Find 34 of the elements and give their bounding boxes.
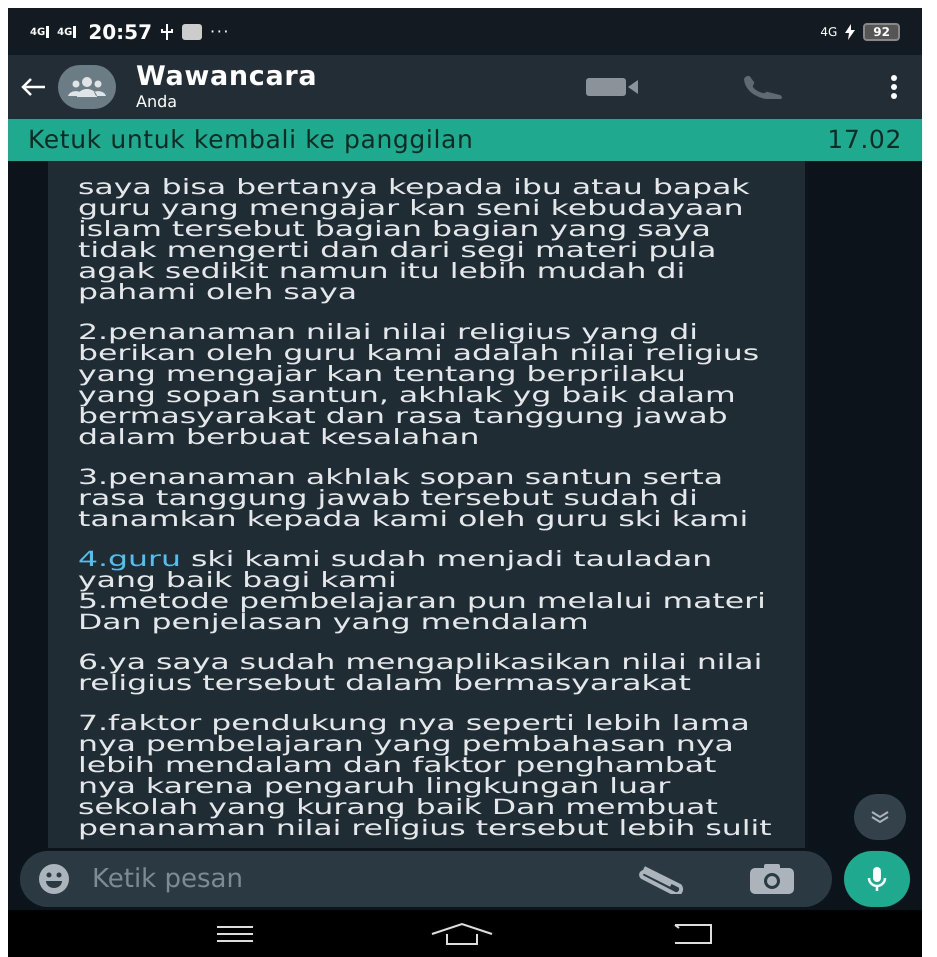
- more-options-icon[interactable]: [890, 75, 898, 99]
- message-link[interactable]: 4.guru: [78, 547, 181, 571]
- charging-icon: [845, 24, 856, 40]
- message-paragraph: 6.ya saya sudah mengaplikasikan nilai nilai religius tersebut dalam bermasyarakat: [78, 652, 764, 694]
- message-paragraph: saya bisa bertanya kepada ibu atau bapak guru yang mengajar kan seni kebudayaan islam tersebut bagian bagian yang saya tidak mengerti dan dari segi materi pula agak sedikit namun itu lebih mudah di pahami oleh saya: [78, 177, 751, 303]
- scroll-down-button[interactable]: [854, 794, 906, 840]
- message-composer[interactable]: Ketik pesan: [20, 851, 832, 907]
- signal-indicator: 4G: [57, 26, 76, 38]
- signal-indicator: 4G: [30, 26, 50, 38]
- notification-icon: [182, 24, 202, 40]
- status-time: 20:57: [88, 18, 152, 46]
- microphone-icon: [866, 866, 888, 892]
- return-to-call-banner[interactable]: Ketuk untuk kembali ke panggilan 17.02: [8, 119, 922, 161]
- video-camera-icon[interactable]: [586, 76, 640, 98]
- emoji-icon[interactable]: [38, 863, 70, 895]
- chat-title[interactable]: Wawancara: [136, 62, 574, 92]
- banner-text: Ketuk untuk kembali ke panggilan: [28, 124, 474, 156]
- double-chevron-down-icon: [870, 810, 890, 824]
- message-paragraph: 4.guru ski kami sudah menjadi tauladan yang baik bagi kami 5.metode pembelajaran pun melalui materi Dan penjelasan yang mendalam: [78, 549, 767, 633]
- home-icon[interactable]: [431, 922, 493, 946]
- chat-subtitle: Anda: [136, 92, 178, 112]
- more-indicator: ···: [210, 20, 230, 42]
- camera-icon[interactable]: [750, 864, 794, 894]
- people-icon: [67, 77, 107, 97]
- menu-icon[interactable]: [217, 924, 253, 942]
- network-type: 4G: [820, 24, 838, 40]
- battery-level: 92: [863, 22, 900, 40]
- group-avatar[interactable]: [58, 65, 116, 109]
- usb-icon: [160, 22, 174, 40]
- message-paragraph: 3.penanaman akhlak sopan santun serta rasa tanggung jawab tersebut sudah di tanamkan kepada kami oleh guru ski kami: [78, 467, 750, 530]
- message-paragraph: 7.faktor pendukung nya seperti lebih lama nya pembelajaran yang pembahasan nya lebih mendalam dan faktor penghambat nya karena pengaruh lingkungan luar sekolah yang kurang baik Dan membuat penanaman nilai religius tersebut lebih sulit: [78, 713, 773, 839]
- message-paragraph: 2.penanaman nilai nilai religius yang di berikan oleh guru kami adalah nilai religius yang mengajar kan tentang berprilaku yang sopan santun, akhlak yg baik dalam bermasyarakat dan rasa tanggung jawab dalam berbuat kesalahan: [78, 322, 760, 448]
- back-arrow-icon[interactable]: [20, 77, 46, 97]
- call-duration: 17.02: [827, 124, 902, 156]
